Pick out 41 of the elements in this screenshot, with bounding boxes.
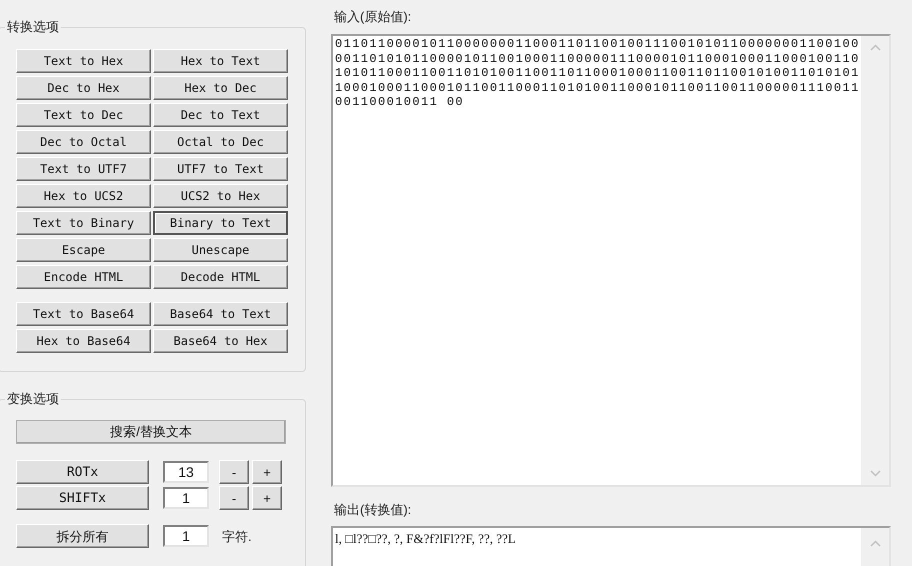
convert-button[interactable]: Binary to Text (153, 211, 288, 235)
convert-button[interactable]: Decode HTML (153, 265, 288, 289)
convert-button[interactable]: Dec to Text (153, 103, 288, 127)
output-textarea[interactable]: l, □l??□??, ?, F&?f?lFl??F, ??, ??L (331, 526, 891, 566)
convert-button[interactable]: UCS2 to Hex (153, 184, 288, 208)
convert-button[interactable]: Hex to Base64 (16, 329, 151, 353)
decrement-button[interactable]: - (219, 486, 249, 510)
cipher-button[interactable]: SHIFTx (16, 486, 149, 510)
number-field[interactable]: 1 (163, 487, 209, 510)
convert-button[interactable]: UTF7 to Text (153, 157, 288, 181)
output-text: l, □l??□??, ?, F&?f?lFl??F, ??, ??L (335, 531, 516, 548)
convert-button[interactable]: Encode HTML (16, 265, 151, 289)
group-title: 转换选项 (5, 18, 61, 36)
number-field[interactable]: 1 (163, 525, 209, 548)
decrement-button[interactable]: - (219, 460, 249, 484)
increment-button[interactable]: + (252, 460, 282, 484)
convert-button[interactable]: Hex to Text (153, 49, 288, 73)
convert-button[interactable]: Escape (16, 238, 151, 262)
number-field[interactable]: 13 (163, 461, 209, 484)
input-text: 0110110000101100000001100011011001001110010101100000001100100001101010110000101100100011000001110000101100010001100010011010101100011001101010011001101100010001100110110010100110101011000100011000101100110001101010011000101100110011000001110011001100010011 00 (335, 37, 861, 111)
split-button[interactable]: 拆分所有 (16, 524, 149, 548)
search-replace-button[interactable]: 搜索/替换文本 (16, 420, 286, 444)
convert-button[interactable]: Text to UTF7 (16, 157, 151, 181)
output-label: 输出(转换值): (333, 501, 412, 519)
convert-button[interactable]: Text to Dec (16, 103, 151, 127)
convert-button[interactable]: Text to Hex (16, 49, 151, 73)
convert-button[interactable]: Text to Base64 (16, 302, 151, 326)
convert-button[interactable]: Octal to Dec (153, 130, 288, 154)
group-title: 变换选项 (5, 390, 61, 408)
convert-button[interactable]: Text to Binary (16, 211, 151, 235)
convert-button[interactable]: Hex to UCS2 (16, 184, 151, 208)
convert-button[interactable]: Hex to Dec (153, 76, 288, 100)
convert-button[interactable]: Base64 to Hex (153, 329, 288, 353)
increment-button[interactable]: + (252, 486, 282, 510)
cipher-button[interactable]: ROTx (16, 460, 149, 484)
convert-button[interactable]: Dec to Hex (16, 76, 151, 100)
convert-button[interactable]: Dec to Octal (16, 130, 151, 154)
unit-label: 字符. (222, 528, 252, 546)
input-label: 输入(原始值): (333, 8, 412, 26)
convert-button[interactable]: Unescape (153, 238, 288, 262)
convert-button[interactable]: Base64 to Text (153, 302, 288, 326)
